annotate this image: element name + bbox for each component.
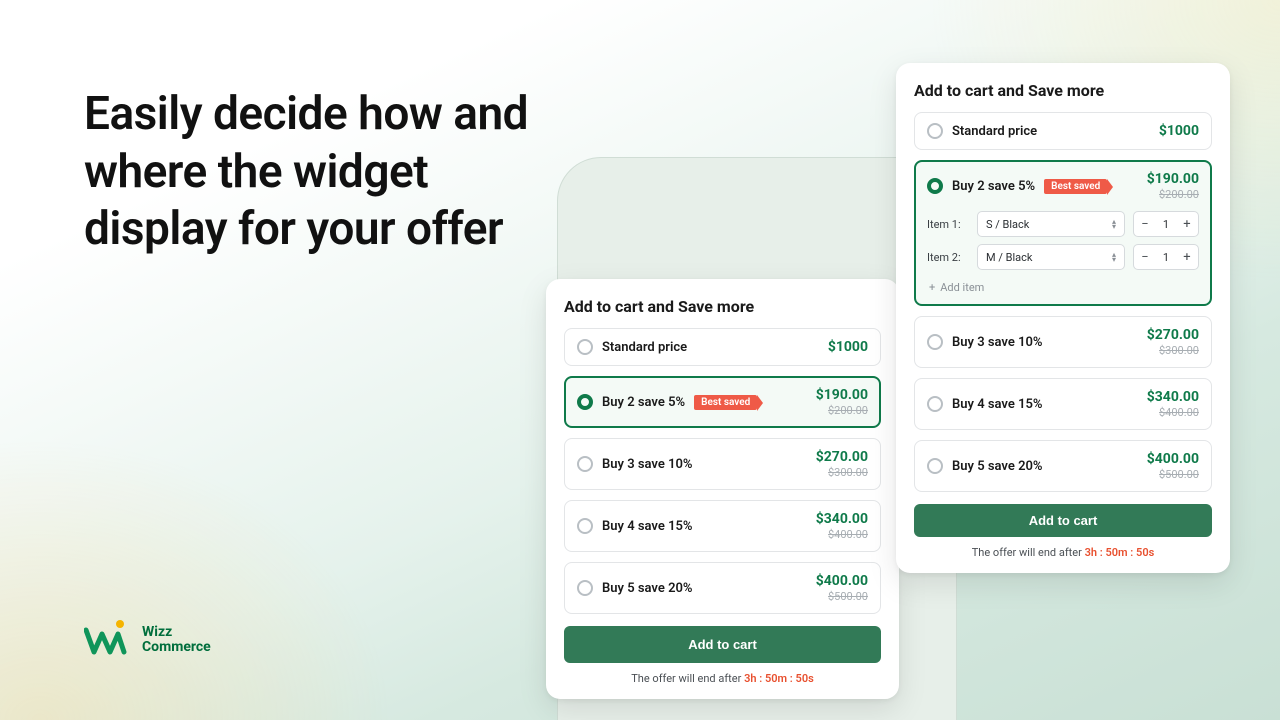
best-saved-badge: Best saved bbox=[1044, 179, 1107, 194]
item-row-1: Item 1: S / Black ▴▾ − 1 + bbox=[927, 211, 1199, 237]
brand: Wizz Commerce bbox=[84, 620, 211, 660]
select-chevrons-icon: ▴▾ bbox=[1112, 252, 1116, 262]
radio-icon bbox=[577, 456, 593, 472]
plus-icon: + bbox=[929, 281, 935, 294]
option-old-price: $300.00 bbox=[816, 466, 868, 479]
option-price: $1000 bbox=[828, 339, 868, 355]
radio-icon bbox=[577, 518, 593, 534]
radio-icon bbox=[577, 580, 593, 596]
quantity-stepper: − 1 + bbox=[1133, 211, 1199, 237]
card-title: Add to cart and Save more bbox=[914, 81, 1212, 100]
radio-icon bbox=[927, 458, 943, 474]
variant-value: M / Black bbox=[986, 251, 1032, 264]
option-old-price: $300.00 bbox=[1147, 344, 1199, 357]
radio-icon bbox=[927, 334, 943, 350]
option-label: Buy 3 save 10% bbox=[952, 335, 1043, 350]
timer-prefix: The offer will end after bbox=[972, 546, 1085, 559]
option-label: Standard price bbox=[952, 124, 1037, 139]
option-label: Buy 4 save 15% bbox=[602, 519, 693, 534]
qty-value: 1 bbox=[1156, 218, 1176, 231]
item-label: Item 2: bbox=[927, 251, 969, 264]
option-label: Buy 4 save 15% bbox=[952, 397, 1043, 412]
qty-value: 1 bbox=[1156, 251, 1176, 264]
brand-name-line1: Wizz bbox=[142, 625, 211, 640]
option-buy5[interactable]: Buy 5 save 20% $400.00 $500.00 bbox=[914, 440, 1212, 492]
add-to-cart-button[interactable]: Add to cart bbox=[564, 626, 881, 663]
option-buy2[interactable]: Buy 2 save 5% Best saved $190.00 $200.00 bbox=[564, 376, 881, 428]
card-title: Add to cart and Save more bbox=[564, 297, 881, 316]
option-buy4[interactable]: Buy 4 save 15% $340.00 $400.00 bbox=[564, 500, 881, 552]
option-buy4[interactable]: Buy 4 save 15% $340.00 $400.00 bbox=[914, 378, 1212, 430]
option-label: Buy 3 save 10% bbox=[602, 457, 693, 472]
timer-prefix: The offer will end after bbox=[631, 672, 744, 685]
option-label: Buy 2 save 5% bbox=[602, 395, 685, 410]
add-to-cart-button[interactable]: Add to cart bbox=[914, 504, 1212, 537]
add-item-label: Add item bbox=[940, 281, 984, 294]
radio-icon bbox=[577, 394, 593, 410]
variant-select[interactable]: S / Black ▴▾ bbox=[977, 211, 1125, 237]
option-label: Buy 5 save 20% bbox=[602, 581, 693, 596]
offer-card-expanded: Add to cart and Save more Standard price… bbox=[896, 63, 1230, 573]
brand-logo bbox=[84, 620, 134, 660]
radio-icon bbox=[577, 339, 593, 355]
item-label: Item 1: bbox=[927, 218, 969, 231]
option-price: $1000 bbox=[1159, 123, 1199, 139]
option-price: $340.00 bbox=[816, 511, 868, 527]
option-price: $340.00 bbox=[1147, 389, 1199, 405]
item-row-2: Item 2: M / Black ▴▾ − 1 + bbox=[927, 244, 1199, 270]
offer-timer: The offer will end after 3h : 50m : 50s bbox=[564, 672, 881, 685]
add-item-button[interactable]: + Add item bbox=[927, 277, 1199, 294]
variant-select[interactable]: M / Black ▴▾ bbox=[977, 244, 1125, 270]
brand-name: Wizz Commerce bbox=[142, 625, 211, 656]
radio-icon bbox=[927, 396, 943, 412]
option-price: $270.00 bbox=[816, 449, 868, 465]
timer-value: 3h : 50m : 50s bbox=[744, 672, 814, 685]
option-old-price: $500.00 bbox=[816, 590, 868, 603]
option-buy5[interactable]: Buy 5 save 20% $400.00 $500.00 bbox=[564, 562, 881, 614]
best-saved-badge: Best saved bbox=[694, 395, 757, 410]
option-old-price: $200.00 bbox=[1147, 188, 1199, 201]
qty-minus-button[interactable]: − bbox=[1134, 250, 1156, 265]
option-old-price: $400.00 bbox=[816, 528, 868, 541]
variant-value: S / Black bbox=[986, 218, 1029, 231]
option-price: $190.00 bbox=[816, 387, 868, 403]
option-standard[interactable]: Standard price $1000 bbox=[914, 112, 1212, 150]
option-label: Standard price bbox=[602, 340, 687, 355]
option-price: $270.00 bbox=[1147, 327, 1199, 343]
select-chevrons-icon: ▴▾ bbox=[1112, 219, 1116, 229]
option-buy3[interactable]: Buy 3 save 10% $270.00 $300.00 bbox=[914, 316, 1212, 368]
radio-icon bbox=[927, 123, 943, 139]
option-label: Buy 5 save 20% bbox=[952, 459, 1043, 474]
radio-icon bbox=[927, 178, 943, 194]
option-old-price: $400.00 bbox=[1147, 406, 1199, 419]
option-price: $190.00 bbox=[1147, 171, 1199, 187]
offer-timer: The offer will end after 3h : 50m : 50s bbox=[914, 546, 1212, 559]
page-headline: Easily decide how and where the widget d… bbox=[84, 86, 544, 259]
option-old-price: $500.00 bbox=[1147, 468, 1199, 481]
quantity-stepper: − 1 + bbox=[1133, 244, 1199, 270]
option-price: $400.00 bbox=[1147, 451, 1199, 467]
option-buy3[interactable]: Buy 3 save 10% $270.00 $300.00 bbox=[564, 438, 881, 490]
brand-name-line2: Commerce bbox=[142, 640, 211, 655]
offer-card-simple: Add to cart and Save more Standard price… bbox=[546, 279, 899, 699]
option-price: $400.00 bbox=[816, 573, 868, 589]
option-old-price: $200.00 bbox=[816, 404, 868, 417]
qty-plus-button[interactable]: + bbox=[1176, 217, 1198, 232]
qty-plus-button[interactable]: + bbox=[1176, 250, 1198, 265]
qty-minus-button[interactable]: − bbox=[1134, 217, 1156, 232]
option-label: Buy 2 save 5% bbox=[952, 179, 1035, 194]
option-buy2-expanded[interactable]: Buy 2 save 5% Best saved $190.00 $200.00… bbox=[914, 160, 1212, 306]
timer-value: 3h : 50m : 50s bbox=[1085, 546, 1155, 559]
option-standard[interactable]: Standard price $1000 bbox=[564, 328, 881, 366]
